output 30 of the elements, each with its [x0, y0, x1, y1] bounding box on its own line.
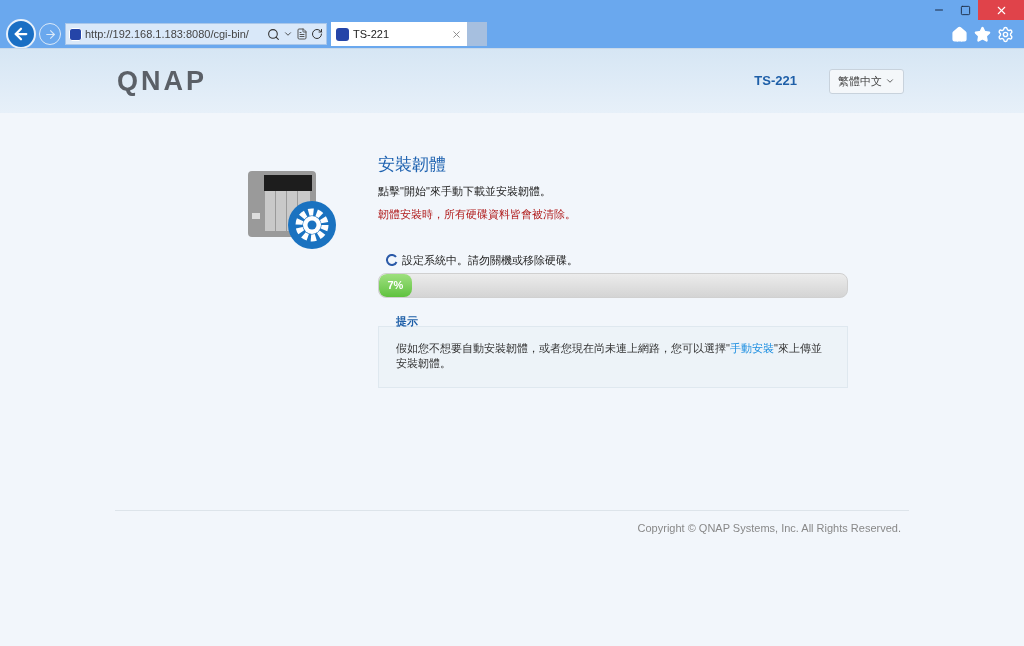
- progress-label: 7%: [387, 277, 404, 293]
- page-title: 安裝韌體: [378, 154, 447, 176]
- caret-icon: [885, 76, 895, 86]
- back-button[interactable]: [6, 19, 36, 49]
- tip-title: 提示: [396, 313, 418, 329]
- logo: QNAP: [117, 64, 207, 98]
- forward-arrow-icon: [43, 27, 57, 41]
- spinner-icon: [385, 253, 398, 267]
- close-button[interactable]: [978, 0, 1024, 20]
- site-icon: [336, 27, 349, 41]
- site-icon: [69, 27, 82, 41]
- address-bar[interactable]: http://192.168.1.183:8080/cgi-bin/: [65, 23, 327, 45]
- home-icon[interactable]: [951, 25, 968, 43]
- copyright-text: Copyright © QNAP Systems, Inc. All Rights Reserved.: [637, 520, 901, 536]
- model-name: TS-221: [754, 72, 797, 91]
- instruction-text: 點擊"開始"來手動下載並安裝韌體。: [378, 184, 552, 199]
- tab-title: TS-221: [353, 26, 391, 42]
- tip-text: 假如您不想要自動安裝韌體，或者您現在尚未連上網路，您可以選擇"手動安裝"來上傳並安裝韌體。: [396, 340, 823, 371]
- search-icon[interactable]: [267, 27, 280, 41]
- maximize-icon: [959, 4, 971, 16]
- browser-tab[interactable]: TS-221: [331, 22, 467, 46]
- warning-text: 韌體安裝時，所有硬碟資料皆會被清除。: [378, 206, 577, 222]
- status-text: 設定系統中。請勿關機或移除硬碟。: [402, 253, 578, 268]
- favorites-icon[interactable]: [974, 25, 991, 43]
- refresh-icon[interactable]: [311, 28, 323, 40]
- language-select[interactable]: 繁體中文: [829, 68, 904, 94]
- close-icon[interactable]: [451, 28, 462, 40]
- url-text: http://192.168.1.183:8080/cgi-bin/: [85, 26, 250, 42]
- settings-icon[interactable]: [997, 25, 1014, 43]
- dropdown-icon[interactable]: [283, 29, 293, 39]
